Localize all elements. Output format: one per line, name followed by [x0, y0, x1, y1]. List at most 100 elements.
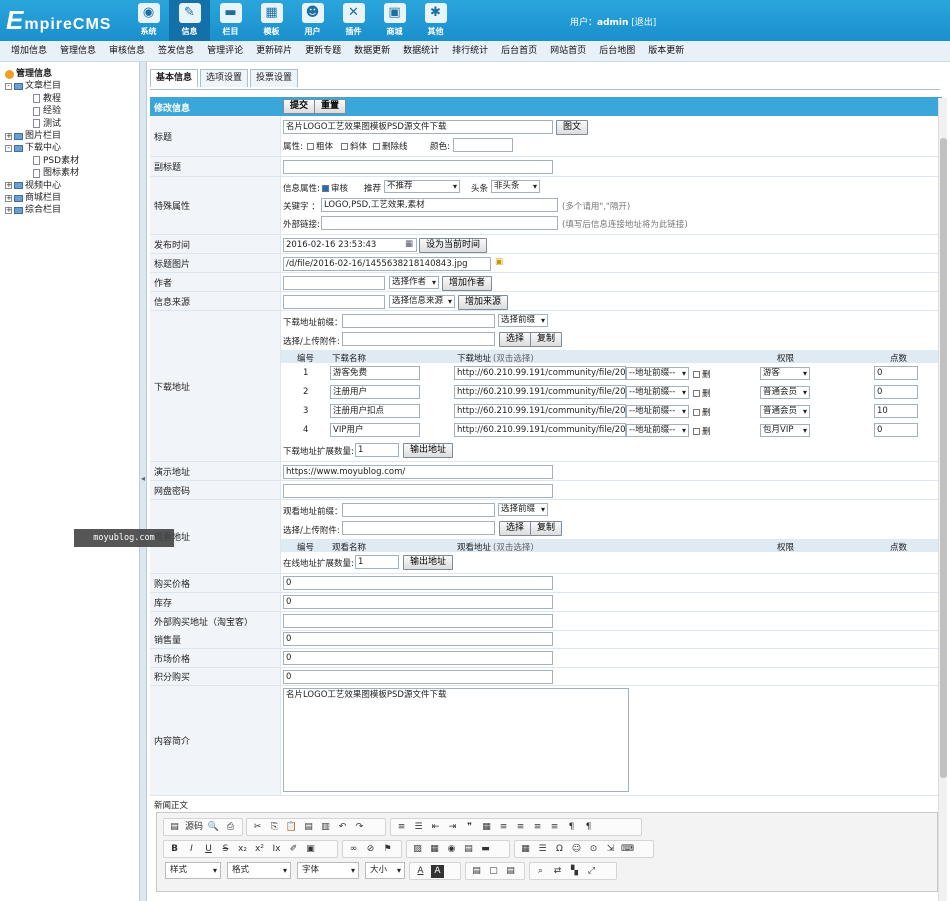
headline-select[interactable]: 非头条: [491, 180, 540, 193]
size-combo[interactable]: 大小: [365, 862, 405, 879]
scroll-thumb[interactable]: [940, 138, 947, 778]
dl-row-url-input[interactable]: http://60.210.99.191/community/file/2015…: [454, 366, 626, 380]
dl-row-prefix-select[interactable]: --地址前缀--: [626, 424, 689, 437]
dl-row-prefix-select[interactable]: --地址前缀--: [626, 386, 689, 399]
expand-icon[interactable]: +: [5, 182, 12, 190]
ltr-icon[interactable]: ¶: [565, 821, 578, 834]
expand-icon[interactable]: +: [5, 132, 12, 140]
dl-row-points-input[interactable]: 10: [874, 404, 918, 418]
subtitle-input[interactable]: [283, 160, 553, 174]
subnav-item-6[interactable]: 更新专题: [305, 41, 341, 61]
strike-checkbox[interactable]: [373, 143, 380, 150]
style-combo[interactable]: 样式: [165, 862, 221, 879]
div-icon[interactable]: ▦: [480, 821, 493, 834]
keywords-input[interactable]: LOGO,PSD,工艺效果,素材: [321, 198, 558, 212]
bullet-list-icon[interactable]: ☰: [412, 821, 425, 834]
strike-icon[interactable]: S: [219, 843, 232, 856]
subnav-item-0[interactable]: 增加信息: [11, 41, 47, 61]
unlink-icon[interactable]: ⊘: [364, 843, 377, 856]
dl-row-perm-select[interactable]: 普通会员: [760, 405, 810, 418]
special-char-icon[interactable]: Ω: [553, 843, 566, 856]
new-page-icon[interactable]: ▢: [487, 865, 500, 878]
titlepic-input[interactable]: /d/file/2016-02-16/1455638218140843.jpg: [283, 257, 491, 271]
module-4[interactable]: ☻ 用户: [292, 0, 333, 41]
subnav-item-13[interactable]: 版本更新: [648, 41, 684, 61]
source-input[interactable]: [283, 295, 385, 309]
dl-row-points-input[interactable]: 0: [874, 423, 918, 437]
italic-option[interactable]: 斜体: [341, 140, 367, 152]
add-author-button[interactable]: 增加作者: [442, 276, 493, 291]
dl-prefix-input[interactable]: [342, 314, 495, 328]
audit-option[interactable]: 审核: [322, 182, 348, 194]
dl-row-url-input[interactable]: http://60.210.99.191/community/file/2015…: [454, 385, 626, 399]
sales-input[interactable]: 0: [283, 632, 553, 646]
select-all-icon[interactable]: ▣: [304, 843, 317, 856]
subnav-item-3[interactable]: 签发信息: [158, 41, 194, 61]
watch-output-button[interactable]: 输出地址: [403, 555, 454, 570]
print-icon[interactable]: ⎙: [224, 821, 237, 834]
copy-format-icon[interactable]: ✐: [287, 843, 300, 856]
dl-row-perm-select[interactable]: 包月VIP: [760, 424, 810, 437]
tree-item[interactable]: - 文章栏目: [5, 80, 139, 92]
pan-input[interactable]: [283, 484, 553, 498]
tree-item[interactable]: 经验: [5, 105, 139, 117]
paste-icon[interactable]: 📋: [285, 821, 298, 834]
outdent-icon[interactable]: ⇤: [429, 821, 442, 834]
align-left-icon[interactable]: ≡: [497, 821, 510, 834]
title-input[interactable]: 名片LOGO工艺效果图模板PSD源文件下载: [283, 120, 553, 134]
paste-text-icon[interactable]: ▤: [302, 821, 315, 834]
tree-item[interactable]: + 综合栏目: [5, 204, 139, 216]
show-blocks-icon[interactable]: ▚: [568, 865, 581, 878]
ext-buy-input[interactable]: [283, 614, 553, 628]
media-icon[interactable]: ◉: [445, 843, 458, 856]
dl-row-points-input[interactable]: 0: [874, 366, 918, 380]
module-1[interactable]: ✎ 信息: [169, 0, 210, 41]
source-select[interactable]: 选择信息来源: [389, 295, 455, 308]
folder-icon[interactable]: ▬: [479, 843, 492, 856]
maximize-icon[interactable]: ⤢: [585, 865, 598, 878]
dl-row-delete-checkbox[interactable]: [693, 428, 700, 435]
pagebreak-icon[interactable]: ⇲: [604, 843, 617, 856]
blockquote-icon[interactable]: ❞: [463, 821, 476, 834]
recommend-select[interactable]: 不推荐: [384, 180, 460, 193]
author-select[interactable]: 选择作者: [389, 276, 439, 289]
cut-icon[interactable]: ✂: [251, 821, 264, 834]
anchor-icon[interactable]: ⚑: [381, 843, 394, 856]
find-icon[interactable]: ⌕: [534, 865, 547, 878]
page-scrollbar[interactable]: [938, 98, 947, 901]
tree-item[interactable]: PSD素材: [5, 155, 139, 167]
link-input[interactable]: [321, 216, 558, 230]
replace-icon[interactable]: ⇄: [551, 865, 564, 878]
subnav-item-10[interactable]: 后台首页: [501, 41, 537, 61]
dl-row-delete-option[interactable]: 删: [693, 368, 711, 380]
flash-icon[interactable]: ▦: [428, 843, 441, 856]
font-combo[interactable]: 字体: [297, 862, 359, 879]
copy-icon[interactable]: ⎘: [268, 821, 281, 834]
subnav-item-11[interactable]: 网站首页: [550, 41, 586, 61]
doc-props-icon[interactable]: ▤: [504, 865, 517, 878]
logout-link[interactable]: [退出]: [631, 18, 656, 28]
watch-choose-button[interactable]: 选择: [499, 521, 532, 536]
subnav-item-7[interactable]: 数据更新: [354, 41, 390, 61]
numbered-list-icon[interactable]: ≡: [395, 821, 408, 834]
market-price-input[interactable]: 0: [283, 651, 553, 665]
remove-format-icon[interactable]: Ix: [270, 843, 283, 856]
module-0[interactable]: ◉ 系统: [128, 0, 169, 41]
tab-basic[interactable]: 基本信息: [150, 69, 199, 87]
expand-icon[interactable]: +: [5, 194, 12, 202]
dl-prefix-select[interactable]: 选择前缀: [498, 314, 548, 327]
dl-row-prefix-select[interactable]: --地址前缀--: [626, 367, 689, 380]
dl-row-delete-checkbox[interactable]: [693, 371, 700, 378]
calendar-icon[interactable]: ▦: [405, 239, 413, 249]
intro-textarea[interactable]: 名片LOGO工艺效果图模板PSD源文件下载: [283, 688, 629, 792]
underline-icon[interactable]: U: [202, 843, 215, 856]
demo-input[interactable]: https://www.moyublog.com/: [283, 465, 553, 479]
bg-color-icon[interactable]: A: [431, 864, 444, 878]
tab-vote[interactable]: 投票设置: [250, 69, 299, 87]
dl-row-prefix-select[interactable]: --地址前缀--: [626, 405, 689, 418]
rtl-icon[interactable]: ¶: [582, 821, 595, 834]
dl-row-delete-option[interactable]: 删: [693, 406, 711, 418]
tree-item[interactable]: + 图片栏目: [5, 130, 139, 142]
dl-row-points-input[interactable]: 0: [874, 385, 918, 399]
text-color-icon[interactable]: A: [414, 865, 427, 878]
